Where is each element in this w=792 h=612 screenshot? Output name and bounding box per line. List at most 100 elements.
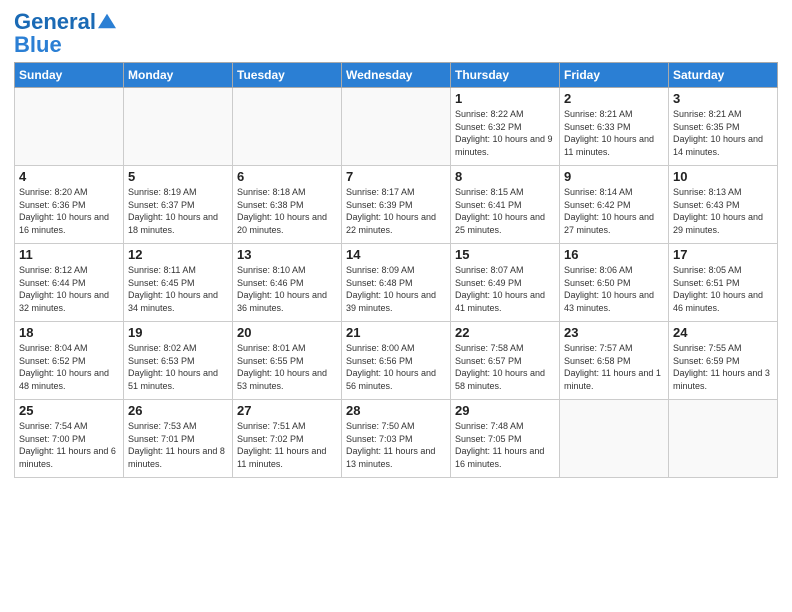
day-number: 12 — [128, 247, 228, 262]
calendar-week-2: 4 Sunrise: 8:20 AM Sunset: 6:36 PM Daylig… — [15, 166, 778, 244]
calendar-cell: 10 Sunrise: 8:13 AM Sunset: 6:43 PM Dayli… — [669, 166, 778, 244]
day-info: Sunrise: 8:05 AM Sunset: 6:51 PM Dayligh… — [673, 264, 773, 314]
day-number: 24 — [673, 325, 773, 340]
day-info: Sunrise: 7:54 AM Sunset: 7:00 PM Dayligh… — [19, 420, 119, 470]
day-info: Sunrise: 8:13 AM Sunset: 6:43 PM Dayligh… — [673, 186, 773, 236]
day-info: Sunrise: 8:04 AM Sunset: 6:52 PM Dayligh… — [19, 342, 119, 392]
day-info: Sunrise: 8:09 AM Sunset: 6:48 PM Dayligh… — [346, 264, 446, 314]
day-number: 5 — [128, 169, 228, 184]
calendar-cell: 28Sunrise: 7:50 AM Sunset: 7:03 PM Dayli… — [342, 400, 451, 478]
day-number: 17 — [673, 247, 773, 262]
logo-icon — [98, 12, 116, 30]
day-info: Sunrise: 8:12 AM Sunset: 6:44 PM Dayligh… — [19, 264, 119, 314]
day-info: Sunrise: 8:17 AM Sunset: 6:39 PM Dayligh… — [346, 186, 446, 236]
calendar-cell: 20 Sunrise: 8:01 AM Sunset: 6:55 PM Dayli… — [233, 322, 342, 400]
weekday-header-thursday: Thursday — [451, 63, 560, 88]
calendar-cell: 15Sunrise: 8:07 AM Sunset: 6:49 PM Dayli… — [451, 244, 560, 322]
calendar-cell: 27 Sunrise: 7:51 AM Sunset: 7:02 PM Dayli… — [233, 400, 342, 478]
day-number: 29 — [455, 403, 555, 418]
day-info: Sunrise: 8:10 AM Sunset: 6:46 PM Dayligh… — [237, 264, 337, 314]
day-info: Sunrise: 8:15 AM Sunset: 6:41 PM Dayligh… — [455, 186, 555, 236]
day-info: Sunrise: 8:01 AM Sunset: 6:55 PM Dayligh… — [237, 342, 337, 392]
calendar-cell: 17 Sunrise: 8:05 AM Sunset: 6:51 PM Dayli… — [669, 244, 778, 322]
day-number: 21 — [346, 325, 446, 340]
day-info: Sunrise: 8:11 AM Sunset: 6:45 PM Dayligh… — [128, 264, 228, 314]
day-number: 1 — [455, 91, 555, 106]
day-info: Sunrise: 7:55 AM Sunset: 6:59 PM Dayligh… — [673, 342, 773, 392]
calendar-cell — [669, 400, 778, 478]
day-info: Sunrise: 8:19 AM Sunset: 6:37 PM Dayligh… — [128, 186, 228, 236]
day-number: 6 — [237, 169, 337, 184]
calendar-cell: 29 Sunrise: 7:48 AM Sunset: 7:05 PM Dayli… — [451, 400, 560, 478]
day-info: Sunrise: 8:21 AM Sunset: 6:33 PM Dayligh… — [564, 108, 664, 158]
calendar-cell: 7 Sunrise: 8:17 AM Sunset: 6:39 PM Daylig… — [342, 166, 451, 244]
calendar-cell: 19Sunrise: 8:02 AM Sunset: 6:53 PM Dayli… — [124, 322, 233, 400]
day-number: 25 — [19, 403, 119, 418]
calendar-cell — [560, 400, 669, 478]
day-number: 3 — [673, 91, 773, 106]
day-info: Sunrise: 7:53 AM Sunset: 7:01 PM Dayligh… — [128, 420, 228, 470]
calendar-cell: 23 Sunrise: 7:57 AM Sunset: 6:58 PM Dayli… — [560, 322, 669, 400]
calendar-cell — [342, 88, 451, 166]
day-number: 11 — [19, 247, 119, 262]
weekday-header-saturday: Saturday — [669, 63, 778, 88]
weekday-header-monday: Monday — [124, 63, 233, 88]
weekday-header-sunday: Sunday — [15, 63, 124, 88]
calendar-cell: 26 Sunrise: 7:53 AM Sunset: 7:01 PM Dayli… — [124, 400, 233, 478]
calendar-cell: 11 Sunrise: 8:12 AM Sunset: 6:44 PM Dayli… — [15, 244, 124, 322]
calendar-cell: 1 Sunrise: 8:22 AM Sunset: 6:32 PM Daylig… — [451, 88, 560, 166]
day-info: Sunrise: 8:20 AM Sunset: 6:36 PM Dayligh… — [19, 186, 119, 236]
calendar-cell: 4 Sunrise: 8:20 AM Sunset: 6:36 PM Daylig… — [15, 166, 124, 244]
weekday-header-friday: Friday — [560, 63, 669, 88]
calendar-cell: 24 Sunrise: 7:55 AM Sunset: 6:59 PM Dayli… — [669, 322, 778, 400]
day-info: Sunrise: 8:22 AM Sunset: 6:32 PM Dayligh… — [455, 108, 555, 158]
calendar-week-3: 11 Sunrise: 8:12 AM Sunset: 6:44 PM Dayli… — [15, 244, 778, 322]
calendar-cell: 16 Sunrise: 8:06 AM Sunset: 6:50 PM Dayli… — [560, 244, 669, 322]
day-info: Sunrise: 7:58 AM Sunset: 6:57 PM Dayligh… — [455, 342, 555, 392]
day-number: 16 — [564, 247, 664, 262]
calendar-cell: 9 Sunrise: 8:14 AM Sunset: 6:42 PM Daylig… — [560, 166, 669, 244]
day-number: 27 — [237, 403, 337, 418]
day-info: Sunrise: 7:51 AM Sunset: 7:02 PM Dayligh… — [237, 420, 337, 470]
day-info: Sunrise: 7:57 AM Sunset: 6:58 PM Dayligh… — [564, 342, 664, 392]
calendar-cell: 3 Sunrise: 8:21 AM Sunset: 6:35 PM Daylig… — [669, 88, 778, 166]
day-number: 10 — [673, 169, 773, 184]
day-number: 4 — [19, 169, 119, 184]
day-number: 9 — [564, 169, 664, 184]
calendar-cell — [15, 88, 124, 166]
day-number: 20 — [237, 325, 337, 340]
calendar-week-5: 25 Sunrise: 7:54 AM Sunset: 7:00 PM Dayli… — [15, 400, 778, 478]
day-info: Sunrise: 7:50 AM Sunset: 7:03 PM Dayligh… — [346, 420, 446, 470]
calendar-cell — [124, 88, 233, 166]
calendar-cell: 18 Sunrise: 8:04 AM Sunset: 6:52 PM Dayli… — [15, 322, 124, 400]
calendar-cell: 5 Sunrise: 8:19 AM Sunset: 6:37 PM Daylig… — [124, 166, 233, 244]
calendar-cell — [233, 88, 342, 166]
calendar-week-4: 18 Sunrise: 8:04 AM Sunset: 6:52 PM Dayli… — [15, 322, 778, 400]
day-number: 22 — [455, 325, 555, 340]
day-number: 26 — [128, 403, 228, 418]
day-info: Sunrise: 8:14 AM Sunset: 6:42 PM Dayligh… — [564, 186, 664, 236]
day-info: Sunrise: 8:18 AM Sunset: 6:38 PM Dayligh… — [237, 186, 337, 236]
day-info: Sunrise: 7:48 AM Sunset: 7:05 PM Dayligh… — [455, 420, 555, 470]
day-number: 2 — [564, 91, 664, 106]
calendar-cell: 14Sunrise: 8:09 AM Sunset: 6:48 PM Dayli… — [342, 244, 451, 322]
day-number: 23 — [564, 325, 664, 340]
day-info: Sunrise: 8:21 AM Sunset: 6:35 PM Dayligh… — [673, 108, 773, 158]
logo-text-general: General — [14, 10, 96, 34]
calendar-week-1: 1 Sunrise: 8:22 AM Sunset: 6:32 PM Daylig… — [15, 88, 778, 166]
day-number: 18 — [19, 325, 119, 340]
header: General Blue — [14, 10, 778, 56]
weekday-header-row: SundayMondayTuesdayWednesdayThursdayFrid… — [15, 63, 778, 88]
day-number: 7 — [346, 169, 446, 184]
day-info: Sunrise: 8:00 AM Sunset: 6:56 PM Dayligh… — [346, 342, 446, 392]
day-number: 15 — [455, 247, 555, 262]
logo-text-blue: Blue — [14, 34, 116, 56]
calendar-cell: 22 Sunrise: 7:58 AM Sunset: 6:57 PM Dayli… — [451, 322, 560, 400]
day-info: Sunrise: 8:06 AM Sunset: 6:50 PM Dayligh… — [564, 264, 664, 314]
logo: General Blue — [14, 10, 116, 56]
calendar-cell: 25 Sunrise: 7:54 AM Sunset: 7:00 PM Dayli… — [15, 400, 124, 478]
calendar-cell: 8Sunrise: 8:15 AM Sunset: 6:41 PM Daylig… — [451, 166, 560, 244]
calendar-cell: 2 Sunrise: 8:21 AM Sunset: 6:33 PM Daylig… — [560, 88, 669, 166]
calendar-cell: 6 Sunrise: 8:18 AM Sunset: 6:38 PM Daylig… — [233, 166, 342, 244]
calendar-cell: 12 Sunrise: 8:11 AM Sunset: 6:45 PM Dayli… — [124, 244, 233, 322]
